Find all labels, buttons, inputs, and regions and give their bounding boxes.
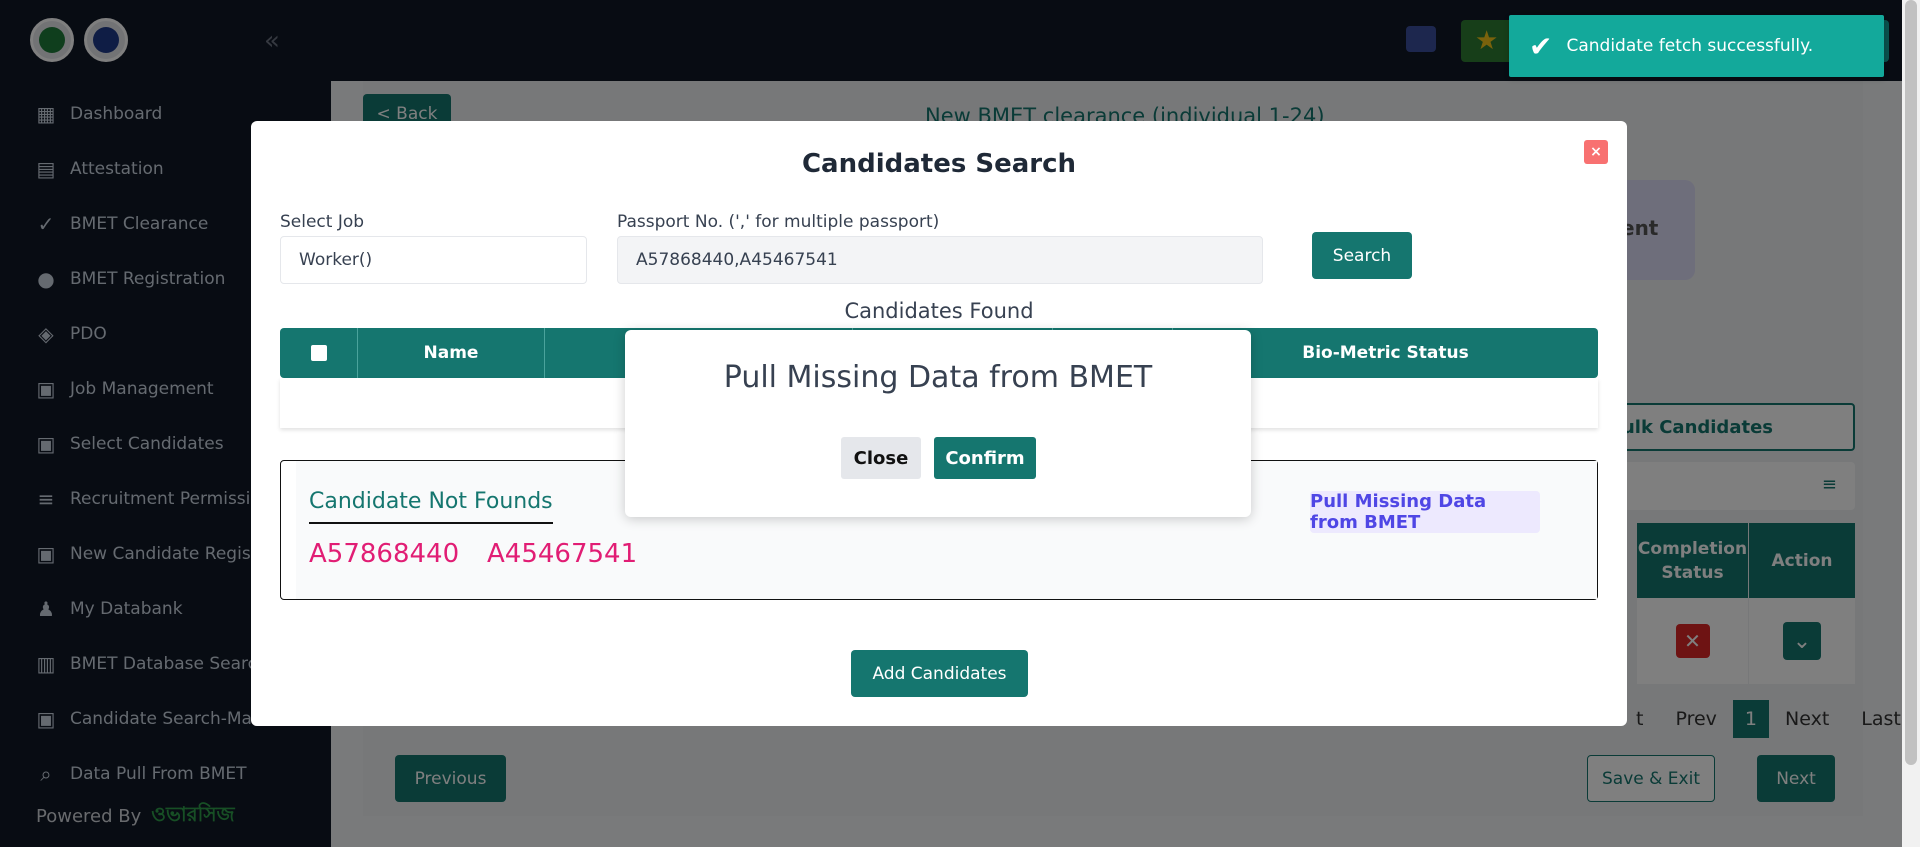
search-button[interactable]: Search (1312, 232, 1412, 279)
missing-passport: A45467541 (487, 539, 638, 569)
pull-missing-data-button[interactable]: Pull Missing Data from BMET (1310, 491, 1540, 533)
close-button[interactable]: Close (841, 437, 921, 479)
candidates-found-title: Candidates Found (844, 299, 1034, 323)
close-icon[interactable]: × (1584, 140, 1608, 164)
confirm-dialog: Pull Missing Data from BMET Close Confir… (625, 330, 1251, 517)
modal-title: Candidates Search (801, 149, 1077, 179)
check-icon: ✔ (1529, 29, 1553, 63)
passport-input[interactable]: A57868440,A45467541 (617, 236, 1263, 284)
column-name: Name (358, 328, 545, 378)
passport-label: Passport No. (',' for multiple passport) (617, 212, 940, 232)
select-job-label: Select Job (280, 212, 365, 232)
missing-passport: A57868440 (309, 539, 460, 569)
not-found-title: Candidate Not Founds (309, 489, 553, 524)
dialog-title: Pull Missing Data from BMET (723, 360, 1153, 395)
select-job-field[interactable]: Worker() (280, 236, 587, 284)
select-all-checkbox[interactable] (310, 345, 327, 361)
add-candidates-button[interactable]: Add Candidates (851, 650, 1028, 697)
success-toast: ✔ Candidate fetch successfully. (1509, 15, 1884, 77)
select-all-cell (280, 328, 358, 378)
confirm-button[interactable]: Confirm (934, 437, 1036, 479)
toast-message: Candidate fetch successfully. (1566, 36, 1814, 56)
scrollbar-thumb[interactable] (1905, 0, 1917, 765)
scrollbar[interactable] (1902, 0, 1920, 847)
